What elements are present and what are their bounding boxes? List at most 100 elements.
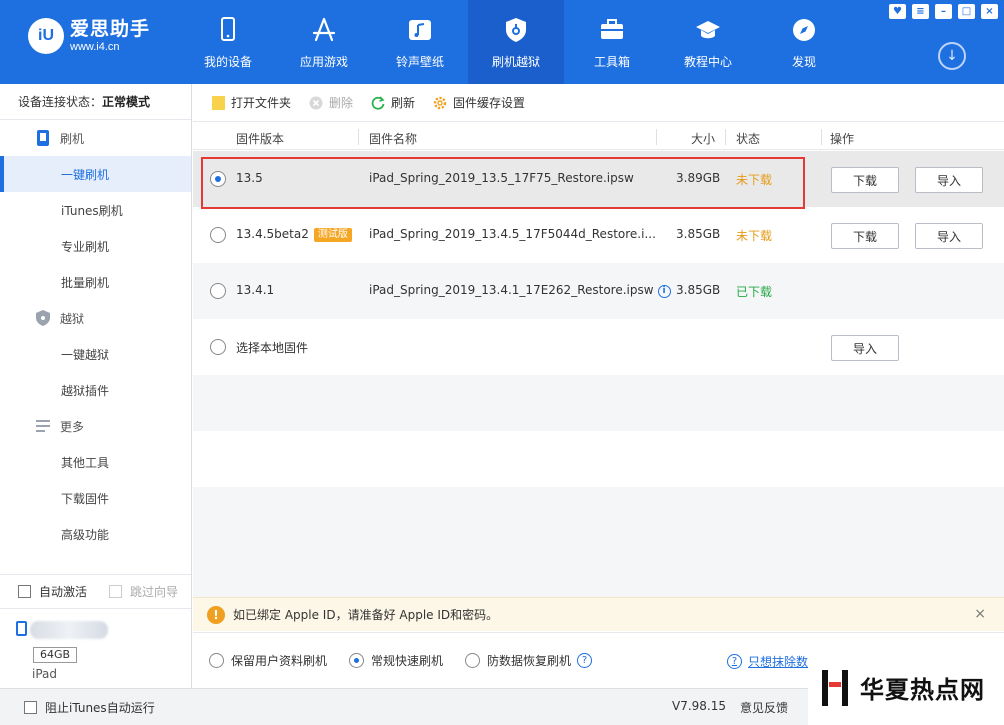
sidebar-options: 自动激活 跳过向导 — [0, 575, 191, 609]
sidebar-group-flash[interactable]: 刷机 — [0, 120, 191, 156]
window-controls: ♥ ≡ – □ × — [889, 4, 998, 19]
firmware-status: 已下载 — [736, 285, 773, 299]
delete-button[interactable]: 删除 — [309, 94, 353, 111]
nav-label: 教程中心 — [683, 55, 732, 69]
compass-icon — [793, 19, 815, 41]
maximize-icon[interactable]: □ — [958, 4, 975, 19]
delete-label: 删除 — [329, 96, 354, 110]
sidebar-item-advanced[interactable]: 高级功能 — [0, 516, 191, 552]
mode-label: 保留用户资料刷机 — [231, 654, 328, 668]
erase-only-link[interactable]: ? 只想抹除数 — [727, 653, 808, 670]
firmware-name: iPad_Spring_2019_13.4.1_17E262_Restore.i… — [369, 283, 654, 297]
sidebar-item-jailbreak-plugins[interactable]: 越狱插件 — [0, 372, 191, 408]
nav-ringtones-wallpapers[interactable]: 铃声壁纸 — [372, 0, 468, 84]
tablet-icon — [16, 621, 27, 636]
music-icon — [409, 20, 431, 40]
nav-apps-games[interactable]: 应用游戏 — [276, 0, 372, 84]
watermark-text: 华夏热点网 — [860, 676, 985, 704]
import-button[interactable]: 导入 — [915, 167, 983, 193]
refresh-button[interactable]: 刷新 — [371, 94, 415, 111]
firmware-toolbar: 打开文件夹 删除 刷新 固件缓存设置 — [193, 84, 1004, 122]
mode-radio[interactable] — [465, 653, 481, 668]
open-folder-label: 打开文件夹 — [231, 96, 292, 110]
delete-icon — [309, 96, 323, 110]
nav-label: 我的设备 — [203, 55, 252, 69]
sidebar-item-one-click-flash[interactable]: 一键刷机 — [0, 156, 191, 192]
close-icon[interactable]: × — [974, 606, 986, 622]
open-folder-button[interactable]: 打开文件夹 — [211, 94, 291, 111]
warning-icon: ! — [207, 605, 225, 624]
header-divider — [358, 129, 359, 145]
skip-wizard-checkbox[interactable] — [109, 585, 123, 598]
nav-label: 刷机越狱 — [491, 55, 540, 69]
cache-settings-button[interactable]: 固件缓存设置 — [433, 94, 525, 111]
firmware-radio[interactable] — [210, 339, 226, 355]
sidebar-group-jailbreak[interactable]: 越狱 — [0, 300, 191, 336]
app-logo: iU 爱思助手 www.i4.cn — [28, 18, 150, 54]
auto-activate-label: 自动激活 — [39, 585, 88, 599]
firmware-row[interactable]: 13.4.5beta2 测试版 iPad_Spring_2019_13.4.5_1… — [193, 207, 1004, 263]
sidebar-group-more[interactable]: 更多 — [0, 408, 191, 444]
sidebar-item-other-tools[interactable]: 其他工具 — [0, 444, 191, 480]
block-itunes-checkbox[interactable] — [24, 700, 37, 714]
brand-url: www.i4.cn — [70, 41, 120, 53]
download-button[interactable]: 下载 — [831, 223, 899, 249]
cache-settings-label: 固件缓存设置 — [453, 96, 526, 110]
firmware-radio[interactable] — [210, 227, 226, 243]
sidebar-item-download-firmware[interactable]: 下载固件 — [0, 480, 191, 516]
firmware-name-cell: iPad_Spring_2019_13.4.1_17E262_Restore.i… — [369, 283, 671, 298]
app-version: V7.98.15 — [672, 699, 727, 713]
import-button[interactable]: 导入 — [831, 335, 899, 361]
nav-discover[interactable]: 发现 — [756, 0, 852, 84]
nav-my-device[interactable]: 我的设备 — [180, 0, 276, 84]
sidebar-item-batch-flash[interactable]: 批量刷机 — [0, 264, 191, 300]
block-itunes-label: 阻止iTunes自动运行 — [45, 700, 155, 715]
info-icon[interactable]: i — [657, 284, 671, 298]
menu-icon[interactable]: ≡ — [912, 4, 929, 19]
nav-flash-jailbreak[interactable]: 刷机越狱 — [468, 0, 564, 84]
close-icon[interactable]: × — [981, 4, 998, 19]
feedback-link[interactable]: 意见反馈 — [740, 699, 788, 716]
device-card[interactable]: 64GB iPad — [0, 609, 191, 689]
header-divider — [656, 129, 657, 145]
firmware-table-header: 固件版本 固件名称 大小 状态 操作 — [193, 124, 1004, 150]
mode-radio[interactable] — [209, 653, 224, 668]
local-firmware-label: 选择本地固件 — [236, 341, 309, 355]
sidebar-item-itunes-flash[interactable]: iTunes刷机 — [0, 192, 191, 228]
import-button[interactable]: 导入 — [915, 223, 983, 249]
nav-label: 工具箱 — [593, 55, 630, 69]
header-status: 状态 — [736, 132, 761, 146]
download-manager-icon[interactable]: ↓ — [938, 42, 966, 70]
auto-activate-checkbox[interactable] — [18, 585, 31, 598]
help-icon[interactable]: ? — [577, 653, 593, 668]
sidebar-group-label: 越狱 — [60, 311, 85, 326]
mode-radio[interactable] — [349, 653, 365, 668]
local-firmware-row[interactable]: 选择本地固件 导入 — [193, 319, 1004, 375]
empty-row — [193, 487, 1004, 543]
header-action: 操作 — [830, 132, 855, 146]
nav-label: 铃声壁纸 — [395, 55, 444, 69]
mode-anti-recovery[interactable]: 防数据恢复刷机 ? — [465, 652, 593, 669]
more-menu-icon — [36, 419, 50, 433]
firmware-version-cell: 13.4.5beta2 测试版 — [236, 227, 352, 242]
sidebar: 设备连接状态： 正常模式 刷机 一键刷机 iTunes刷机 专业刷机 批量刷机 … — [0, 84, 192, 688]
brand-title: 爱思助手 — [70, 18, 151, 40]
mode-label: 常规快速刷机 — [371, 654, 444, 668]
header-divider — [725, 129, 726, 145]
gear-icon — [433, 96, 447, 110]
download-button[interactable]: 下载 — [831, 167, 899, 193]
sidebar-item-one-click-jailbreak[interactable]: 一键越狱 — [0, 336, 191, 372]
connection-status: 设备连接状态： 正常模式 — [0, 84, 191, 120]
mode-normal-fast[interactable]: 常规快速刷机 — [349, 652, 443, 669]
firmware-version: 13.4.1 — [236, 283, 275, 297]
mode-keep-data[interactable]: 保留用户资料刷机 — [209, 652, 327, 669]
sidebar-item-pro-flash[interactable]: 专业刷机 — [0, 228, 191, 264]
firmware-row[interactable]: 13.4.1 iPad_Spring_2019_13.4.1_17E262_Re… — [193, 263, 1004, 319]
minimize-icon[interactable]: – — [935, 4, 952, 19]
skin-icon[interactable]: ♥ — [889, 4, 906, 19]
firmware-radio[interactable] — [210, 283, 226, 299]
nav-toolbox[interactable]: 工具箱 — [564, 0, 660, 84]
help-icon[interactable]: ? — [727, 654, 742, 669]
nav-tutorials[interactable]: 教程中心 — [660, 0, 756, 84]
header-version: 固件版本 — [236, 132, 285, 146]
